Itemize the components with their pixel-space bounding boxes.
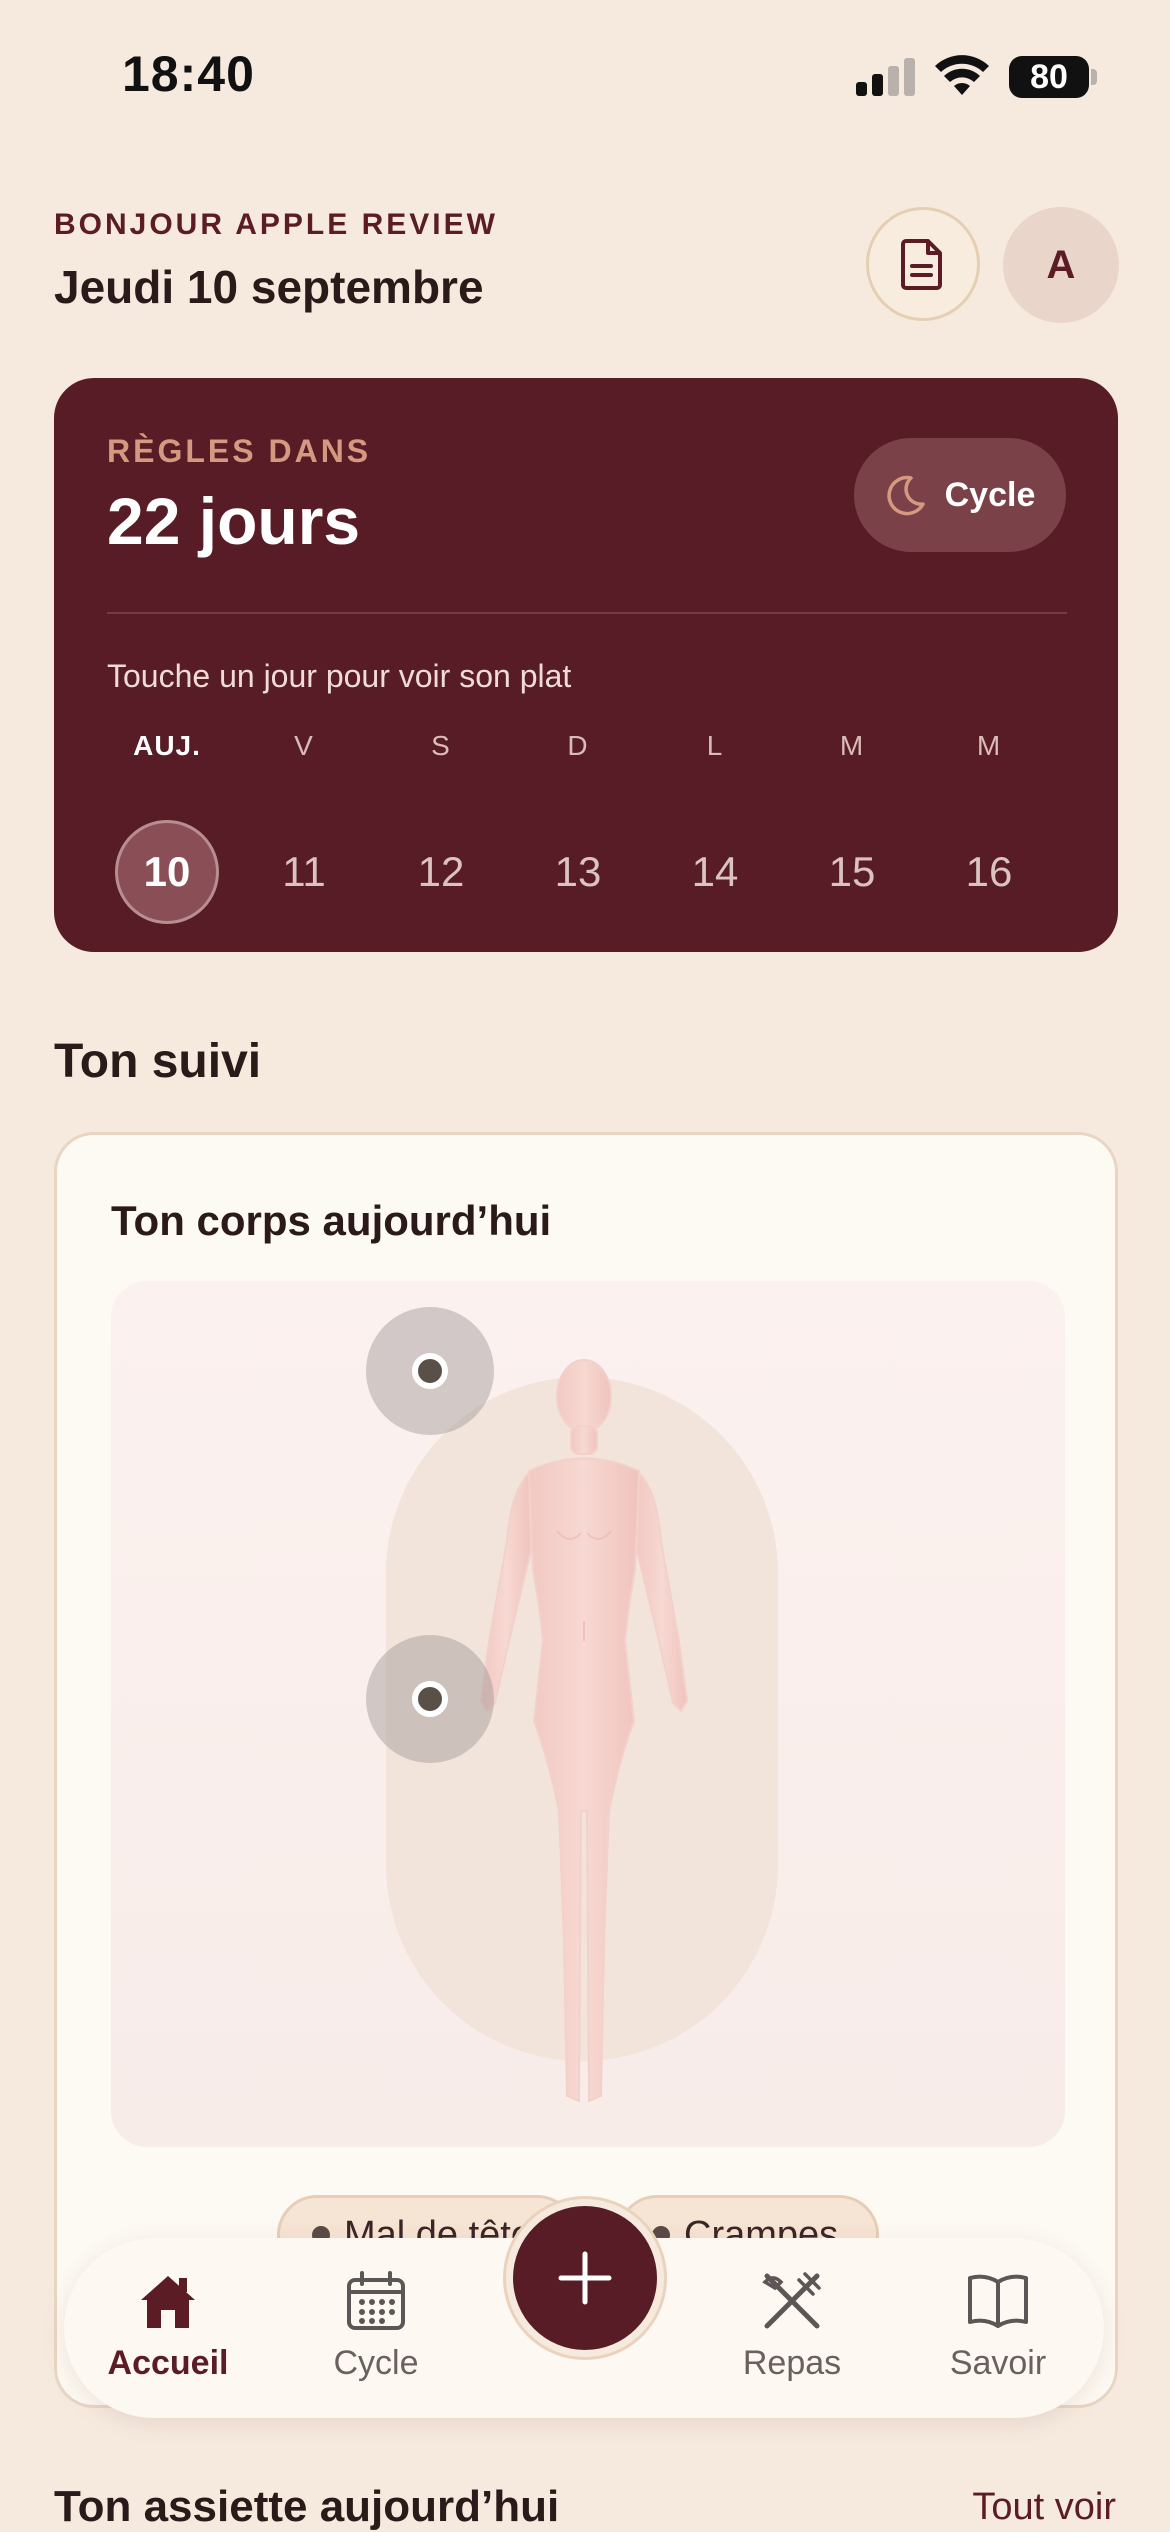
battery-tip <box>1091 69 1097 85</box>
day-letter: M <box>976 730 1002 761</box>
day-letter: M <box>839 730 865 761</box>
day-picker-hint: Touche un jour pour voir son plat <box>107 658 572 694</box>
body-map[interactable] <box>111 1281 1065 2147</box>
day-picker-item[interactable]: D 13 <box>518 730 638 895</box>
add-entry-button[interactable] <box>503 2196 667 2360</box>
day-number: 13 <box>554 848 602 895</box>
tab-label: Accueil <box>107 2344 229 2382</box>
day-picker-item[interactable]: S 12 <box>381 730 501 895</box>
avatar[interactable]: A <box>1003 207 1119 323</box>
day-number: 11 <box>282 848 326 895</box>
day-number: 16 <box>965 848 1013 895</box>
day-number: 15 <box>828 848 876 895</box>
tab-label: Savoir <box>949 2344 1047 2382</box>
day-number: 14 <box>691 848 739 895</box>
period-countdown-label: RÈGLES DANS <box>107 433 372 469</box>
document-icon <box>901 239 942 290</box>
day-picker-item[interactable]: V 11 <box>244 730 364 895</box>
tab-cycle[interactable]: Cycle <box>286 2268 466 2398</box>
marker-dot <box>412 1681 448 1717</box>
see-all-link[interactable]: Tout voir <box>972 2486 1116 2529</box>
home-icon <box>141 2276 195 2328</box>
cycle-button-label: Cycle <box>944 475 1036 514</box>
section-title-plate: Ton assiette aujourd’hui <box>54 2482 560 2531</box>
body-card-title: Ton corps aujourd’hui <box>111 1197 552 1244</box>
card-divider <box>107 612 1067 614</box>
day-number: 12 <box>417 848 465 895</box>
page-title-date: Jeudi 10 septembre <box>54 261 484 313</box>
day-picker-item[interactable]: L 14 <box>655 730 775 895</box>
day-letter: AUJ. <box>133 730 201 761</box>
status-bar: 18:40 80 <box>0 0 1170 150</box>
tab-label: Repas <box>742 2344 842 2382</box>
add-entry-button-inner <box>513 2206 657 2350</box>
battery-icon: 80 <box>1009 56 1089 98</box>
tab-home[interactable]: Accueil <box>78 2268 258 2398</box>
moon-icon <box>886 475 925 516</box>
greeting: BONJOUR APPLE REVIEW <box>54 208 498 241</box>
section-title-tracking: Ton suivi <box>54 1035 262 1088</box>
day-picker-item[interactable]: M 15 <box>792 730 912 895</box>
book-icon <box>968 2274 1028 2328</box>
plus-icon <box>558 2251 612 2305</box>
abdomen-symptom-marker[interactable] <box>366 1635 494 1763</box>
day-number-selected: 10 <box>115 820 219 924</box>
day-letter: L <box>706 730 724 761</box>
day-letter: D <box>567 730 589 761</box>
period-countdown-value: 22 jours <box>107 484 361 558</box>
report-button[interactable] <box>866 207 980 321</box>
status-time: 18:40 <box>122 46 255 102</box>
wifi-icon <box>935 55 989 95</box>
tab-meals[interactable]: Repas <box>702 2268 882 2398</box>
marker-dot <box>412 1353 448 1389</box>
tab-label: Cycle <box>333 2344 419 2382</box>
day-letter: V <box>294 730 314 761</box>
cellular-signal-icon <box>856 58 916 96</box>
head-symptom-marker[interactable] <box>366 1307 494 1435</box>
calendar-icon <box>347 2271 405 2330</box>
day-picker-item[interactable]: AUJ. 10 <box>107 730 227 924</box>
utensils-icon <box>762 2272 821 2329</box>
day-letter: S <box>431 730 451 761</box>
cycle-button[interactable]: Cycle <box>854 438 1066 552</box>
day-picker-item[interactable]: M 16 <box>929 730 1049 895</box>
cycle-card[interactable]: RÈGLES DANS 22 jours Cycle Touche un jou… <box>54 378 1118 952</box>
tab-learn[interactable]: Savoir <box>908 2268 1088 2398</box>
